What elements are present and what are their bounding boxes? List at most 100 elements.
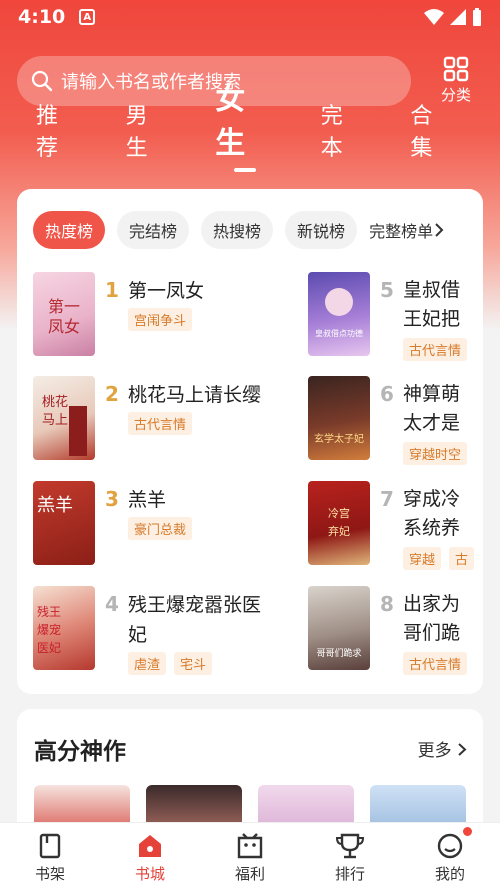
book-cover: 玄学太子妃 bbox=[308, 376, 370, 460]
svg-text:凤女: 凤女 bbox=[48, 317, 80, 336]
svg-text:皇叔借点功德: 皇叔借点功德 bbox=[315, 328, 363, 338]
filter-new[interactable]: 新锐榜 bbox=[285, 211, 358, 249]
book-title: 出家为 哥们跪 bbox=[403, 590, 483, 648]
wifi-icon bbox=[424, 9, 444, 25]
book-tag: 穿越 bbox=[403, 547, 442, 570]
nav-label: 排行 bbox=[334, 865, 365, 883]
ranking-card: 热度榜 完结榜 热搜榜 新锐榜 完整榜单 第一 凤女 1 第一凤女 宫闱争斗 桃花… bbox=[17, 189, 483, 694]
rank-item[interactable]: 皇叔借点功德 5 皇叔借王妃把 古代言情 bbox=[308, 272, 483, 361]
tab-completed[interactable]: 完本 bbox=[321, 98, 365, 172]
rank-number: 4 bbox=[105, 592, 119, 616]
profile-icon bbox=[437, 833, 463, 859]
nav-label: 我的 bbox=[434, 865, 465, 883]
rank-number: 6 bbox=[380, 382, 394, 406]
book-title-line2: 王妃把 bbox=[403, 308, 461, 330]
filter-search[interactable]: 热搜榜 bbox=[201, 211, 274, 249]
tab-recommend[interactable]: 推荐 bbox=[36, 98, 80, 172]
welfare-icon bbox=[237, 833, 263, 859]
svg-text:羔羊: 羔羊 bbox=[37, 495, 73, 516]
notification-dot bbox=[463, 827, 472, 836]
nav-welfare[interactable]: 福利 bbox=[200, 823, 300, 888]
book-title-line2: 系统养 bbox=[403, 517, 461, 539]
nav-bookshelf[interactable]: 书架 bbox=[0, 823, 100, 888]
book-cover: 残王 爆宠 医妃 bbox=[33, 586, 95, 670]
rank-item[interactable]: 玄学太子妃 6 神算萌太才是 穿越时空 bbox=[308, 376, 483, 465]
svg-text:残王: 残王 bbox=[37, 605, 61, 619]
chevron-right-icon bbox=[435, 223, 444, 237]
rank-item[interactable]: 冷宫 弃妃 7 穿成冷 系统养 穿越 古 bbox=[308, 481, 483, 570]
filter-finished[interactable]: 完结榜 bbox=[117, 211, 190, 249]
svg-text:哥哥们跪求: 哥哥们跪求 bbox=[316, 647, 361, 659]
book-cover: 羔羊 bbox=[33, 481, 95, 565]
full-ranking-label: 完整榜单 bbox=[369, 222, 434, 241]
more-link[interactable]: 更多 bbox=[418, 736, 467, 761]
rank-item[interactable]: 第一 凤女 1 第一凤女 宫闱争斗 bbox=[33, 272, 273, 358]
book-tag: 虐渣 bbox=[128, 652, 167, 675]
search-icon bbox=[31, 70, 53, 92]
book-title: 桃花马上请长缨 bbox=[128, 384, 262, 406]
book-tag: 豪门总裁 bbox=[128, 517, 193, 540]
search-placeholder: 请输入书名或作者搜索 bbox=[61, 72, 241, 93]
svg-text:冷宫: 冷宫 bbox=[328, 506, 350, 520]
book-tags: 古代言情 bbox=[403, 338, 468, 361]
book-tags: 穿越时空 bbox=[403, 442, 468, 465]
svg-text:玄学太子妃: 玄学太子妃 bbox=[314, 432, 364, 445]
book-title: 神算萌 太才是 bbox=[403, 380, 483, 438]
svg-text:第一: 第一 bbox=[48, 297, 80, 316]
full-ranking-link[interactable]: 完整榜单 bbox=[369, 218, 445, 242]
book-title-line2: 太才是 bbox=[403, 412, 461, 434]
book-tag: 穿越时空 bbox=[403, 442, 468, 465]
book-tags: 穿越 古 bbox=[403, 547, 475, 570]
book-tags: 豪门总裁 bbox=[128, 517, 193, 540]
rank-number: 2 bbox=[105, 382, 119, 406]
rank-item[interactable]: 桃花 马上 2 桃花马上请长缨 古代言情 bbox=[33, 376, 273, 462]
book-cover: 第一 凤女 bbox=[33, 272, 95, 356]
nav-profile[interactable]: 我的 bbox=[400, 823, 500, 888]
rank-number: 3 bbox=[105, 487, 119, 511]
book-title: 羔羊 bbox=[128, 489, 167, 511]
rank-number: 5 bbox=[380, 278, 394, 302]
book-title: 皇叔借 王妃把 bbox=[403, 276, 483, 334]
notification-app-icon: A bbox=[79, 9, 96, 25]
book-title-line1: 神算萌 bbox=[403, 383, 461, 405]
svg-text:马上: 马上 bbox=[42, 413, 68, 428]
status-icons bbox=[424, 8, 482, 26]
book-title-line1: 出家为 bbox=[403, 593, 461, 615]
tab-collection[interactable]: 合集 bbox=[410, 98, 454, 172]
book-tag: 古代言情 bbox=[403, 652, 468, 675]
tab-female[interactable]: 女生 bbox=[215, 74, 274, 172]
rank-item[interactable]: 残王爆宠医妃 4 残王爆宠嚣张医妃 虐渣 宅斗 bbox=[33, 586, 273, 682]
book-tag: 古 bbox=[449, 547, 475, 570]
book-title: 第一凤女 bbox=[128, 280, 205, 302]
book-tags: 古代言情 bbox=[403, 652, 468, 675]
book-cover: 哥哥们跪求 bbox=[308, 586, 370, 670]
store-icon bbox=[139, 835, 161, 857]
ranking-filters: 热度榜 完结榜 热搜榜 新锐榜 完整榜单 bbox=[33, 211, 445, 249]
book-title: 残王爆宠嚣张医妃 bbox=[128, 594, 262, 646]
book-tag: 宅斗 bbox=[174, 652, 213, 675]
tab-male[interactable]: 男生 bbox=[126, 98, 170, 172]
svg-text:爆宠: 爆宠 bbox=[37, 622, 61, 637]
book-tag: 古代言情 bbox=[128, 412, 193, 435]
more-label: 更多 bbox=[417, 741, 452, 761]
book-title-line1: 皇叔借 bbox=[403, 279, 461, 301]
rank-number: 8 bbox=[380, 592, 394, 616]
book-title-line2: 哥们跪 bbox=[403, 622, 461, 644]
svg-text:医妃: 医妃 bbox=[37, 641, 61, 655]
filter-hot[interactable]: 热度榜 bbox=[33, 211, 106, 249]
rank-item[interactable]: 哥哥们跪求 8 出家为哥们跪 古代言情 bbox=[308, 586, 483, 675]
section-title: 高分神作 bbox=[34, 739, 126, 765]
nav-label: 书城 bbox=[134, 865, 165, 883]
book-tag: 宫闱争斗 bbox=[128, 308, 193, 331]
chevron-right-icon bbox=[458, 743, 467, 756]
rank-number: 1 bbox=[105, 278, 119, 302]
nav-ranking[interactable]: 排行 bbox=[300, 823, 400, 888]
book-tags: 虐渣 宅斗 bbox=[128, 652, 213, 675]
nav-label: 书架 bbox=[34, 865, 65, 883]
book-title: 穿成冷 系统养 bbox=[403, 485, 483, 543]
nav-bookstore[interactable]: 书城 bbox=[100, 823, 200, 888]
rank-item[interactable]: 羔羊 3 羔羊 豪门总裁 bbox=[33, 481, 273, 567]
book-tag: 古代言情 bbox=[403, 338, 468, 361]
nav-label: 福利 bbox=[234, 865, 265, 883]
book-title-line1: 穿成冷 bbox=[403, 488, 461, 510]
